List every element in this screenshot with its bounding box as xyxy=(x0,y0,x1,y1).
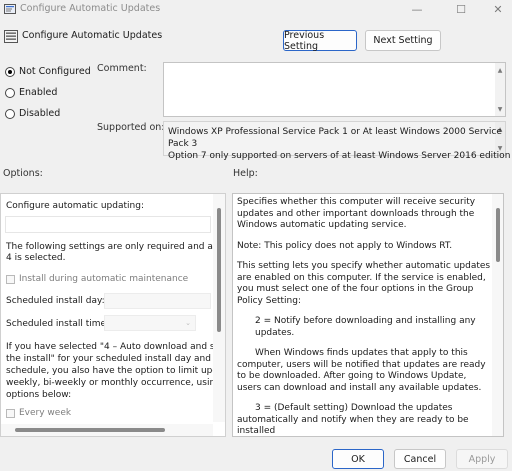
checkbox-icon[interactable] xyxy=(6,274,15,284)
scroll-thumb[interactable] xyxy=(217,208,221,332)
radio-label: Disabled xyxy=(19,108,61,119)
supported-on-text: Windows XP Professional Service Pack 1 o… xyxy=(168,126,512,162)
radio-disabled[interactable]: Disabled xyxy=(5,108,60,119)
chevron-down-icon: ⌄ xyxy=(185,319,191,327)
scheduled-time-label: Scheduled install time: xyxy=(6,319,110,329)
scroll-up-icon[interactable]: ▲ xyxy=(495,65,505,75)
supported-line: Option 7 only supported on servers of at… xyxy=(168,151,511,161)
scroll-thumb[interactable] xyxy=(496,208,500,262)
radio-label: Not Configured xyxy=(19,66,91,77)
help-vscrollbar[interactable] xyxy=(492,194,503,436)
checkbox-label: Install during automatic maintenance xyxy=(19,274,189,284)
schedule-paragraph: If you have selected "4 – Auto download … xyxy=(6,341,226,401)
apply-button[interactable]: Apply xyxy=(456,449,508,469)
supported-line: Windows XP Professional Service Pack 1 o… xyxy=(168,127,502,149)
policy-setting-icon xyxy=(4,30,18,43)
scheduled-day-dropdown[interactable] xyxy=(104,293,211,309)
comment-label: Comment: xyxy=(97,63,147,74)
window-title: Configure Automatic Updates xyxy=(20,3,161,14)
options-pane: Configure automatic updating: The follow… xyxy=(0,193,226,437)
comment-textbox[interactable]: ▲ ▼ xyxy=(163,62,506,117)
help-paragraph: Note: This policy does not apply to Wind… xyxy=(237,240,453,251)
minimize-button[interactable]: — xyxy=(400,0,434,18)
radio-enabled[interactable]: Enabled xyxy=(5,87,57,98)
options-heading: Options: xyxy=(3,168,43,179)
scroll-thumb[interactable] xyxy=(15,428,165,432)
scheduled-day-label: Scheduled install day: xyxy=(6,296,105,306)
radio-not-configured[interactable]: Not Configured xyxy=(5,66,91,77)
options-vscrollbar[interactable] xyxy=(213,194,225,422)
group-policy-icon xyxy=(4,4,16,14)
every-week-checkbox[interactable]: Every week xyxy=(6,408,71,418)
close-button[interactable]: ✕ xyxy=(481,0,512,18)
supported-on-label: Supported on: xyxy=(97,122,165,133)
note-line: The following settings are only required… xyxy=(6,242,226,252)
help-pane: Specifies whether this computer will rec… xyxy=(232,193,504,437)
install-maintenance-checkbox[interactable]: Install during automatic maintenance xyxy=(6,274,188,284)
para-line: If you have selected "4 – Auto download … xyxy=(6,342,226,352)
ok-button[interactable]: OK xyxy=(332,449,384,469)
note-line: 4 is selected. xyxy=(6,253,66,263)
para-line: options below: xyxy=(6,390,72,400)
help-paragraph: Specifies whether this computer will rec… xyxy=(237,197,476,230)
para-line: the install" for your scheduled install … xyxy=(6,354,226,364)
help-heading: Help: xyxy=(233,168,258,179)
help-paragraph: This setting lets you specify whether au… xyxy=(237,261,491,306)
previous-setting-button[interactable]: Previous Setting xyxy=(283,30,357,52)
para-line: schedule, you also have the option to li… xyxy=(6,366,226,376)
help-paragraph: 2 = Notify before downloading and instal… xyxy=(255,316,476,338)
maximize-button[interactable]: ☐ xyxy=(444,0,478,18)
configure-label: Configure automatic updating: xyxy=(6,201,144,211)
checkbox-label: Every week xyxy=(19,408,72,418)
options-hscrollbar[interactable] xyxy=(1,424,213,436)
next-setting-button[interactable]: Next Setting xyxy=(365,30,441,51)
comment-scrollbar[interactable]: ▲ ▼ xyxy=(495,63,505,116)
radio-circle-icon[interactable] xyxy=(5,108,15,119)
radio-circle-icon[interactable] xyxy=(5,87,15,98)
note-text: The following settings are only required… xyxy=(6,242,226,264)
scroll-down-icon[interactable]: ▼ xyxy=(495,104,505,114)
para-line: weekly, bi-weekly or monthly occurrence,… xyxy=(6,378,226,388)
radio-label: Enabled xyxy=(19,87,58,98)
setting-title: Configure Automatic Updates xyxy=(22,30,163,41)
cancel-button[interactable]: Cancel xyxy=(394,449,446,469)
help-text: Specifies whether this computer will rec… xyxy=(237,197,493,436)
help-paragraph: When Windows finds updates that apply to… xyxy=(237,348,486,393)
checkbox-icon[interactable] xyxy=(6,408,15,418)
radio-circle-icon[interactable] xyxy=(5,66,15,77)
configure-dropdown[interactable] xyxy=(5,216,211,233)
scheduled-time-dropdown[interactable]: ⌄ xyxy=(104,315,196,331)
help-paragraph: 3 = (Default setting) Download the updat… xyxy=(237,403,469,436)
